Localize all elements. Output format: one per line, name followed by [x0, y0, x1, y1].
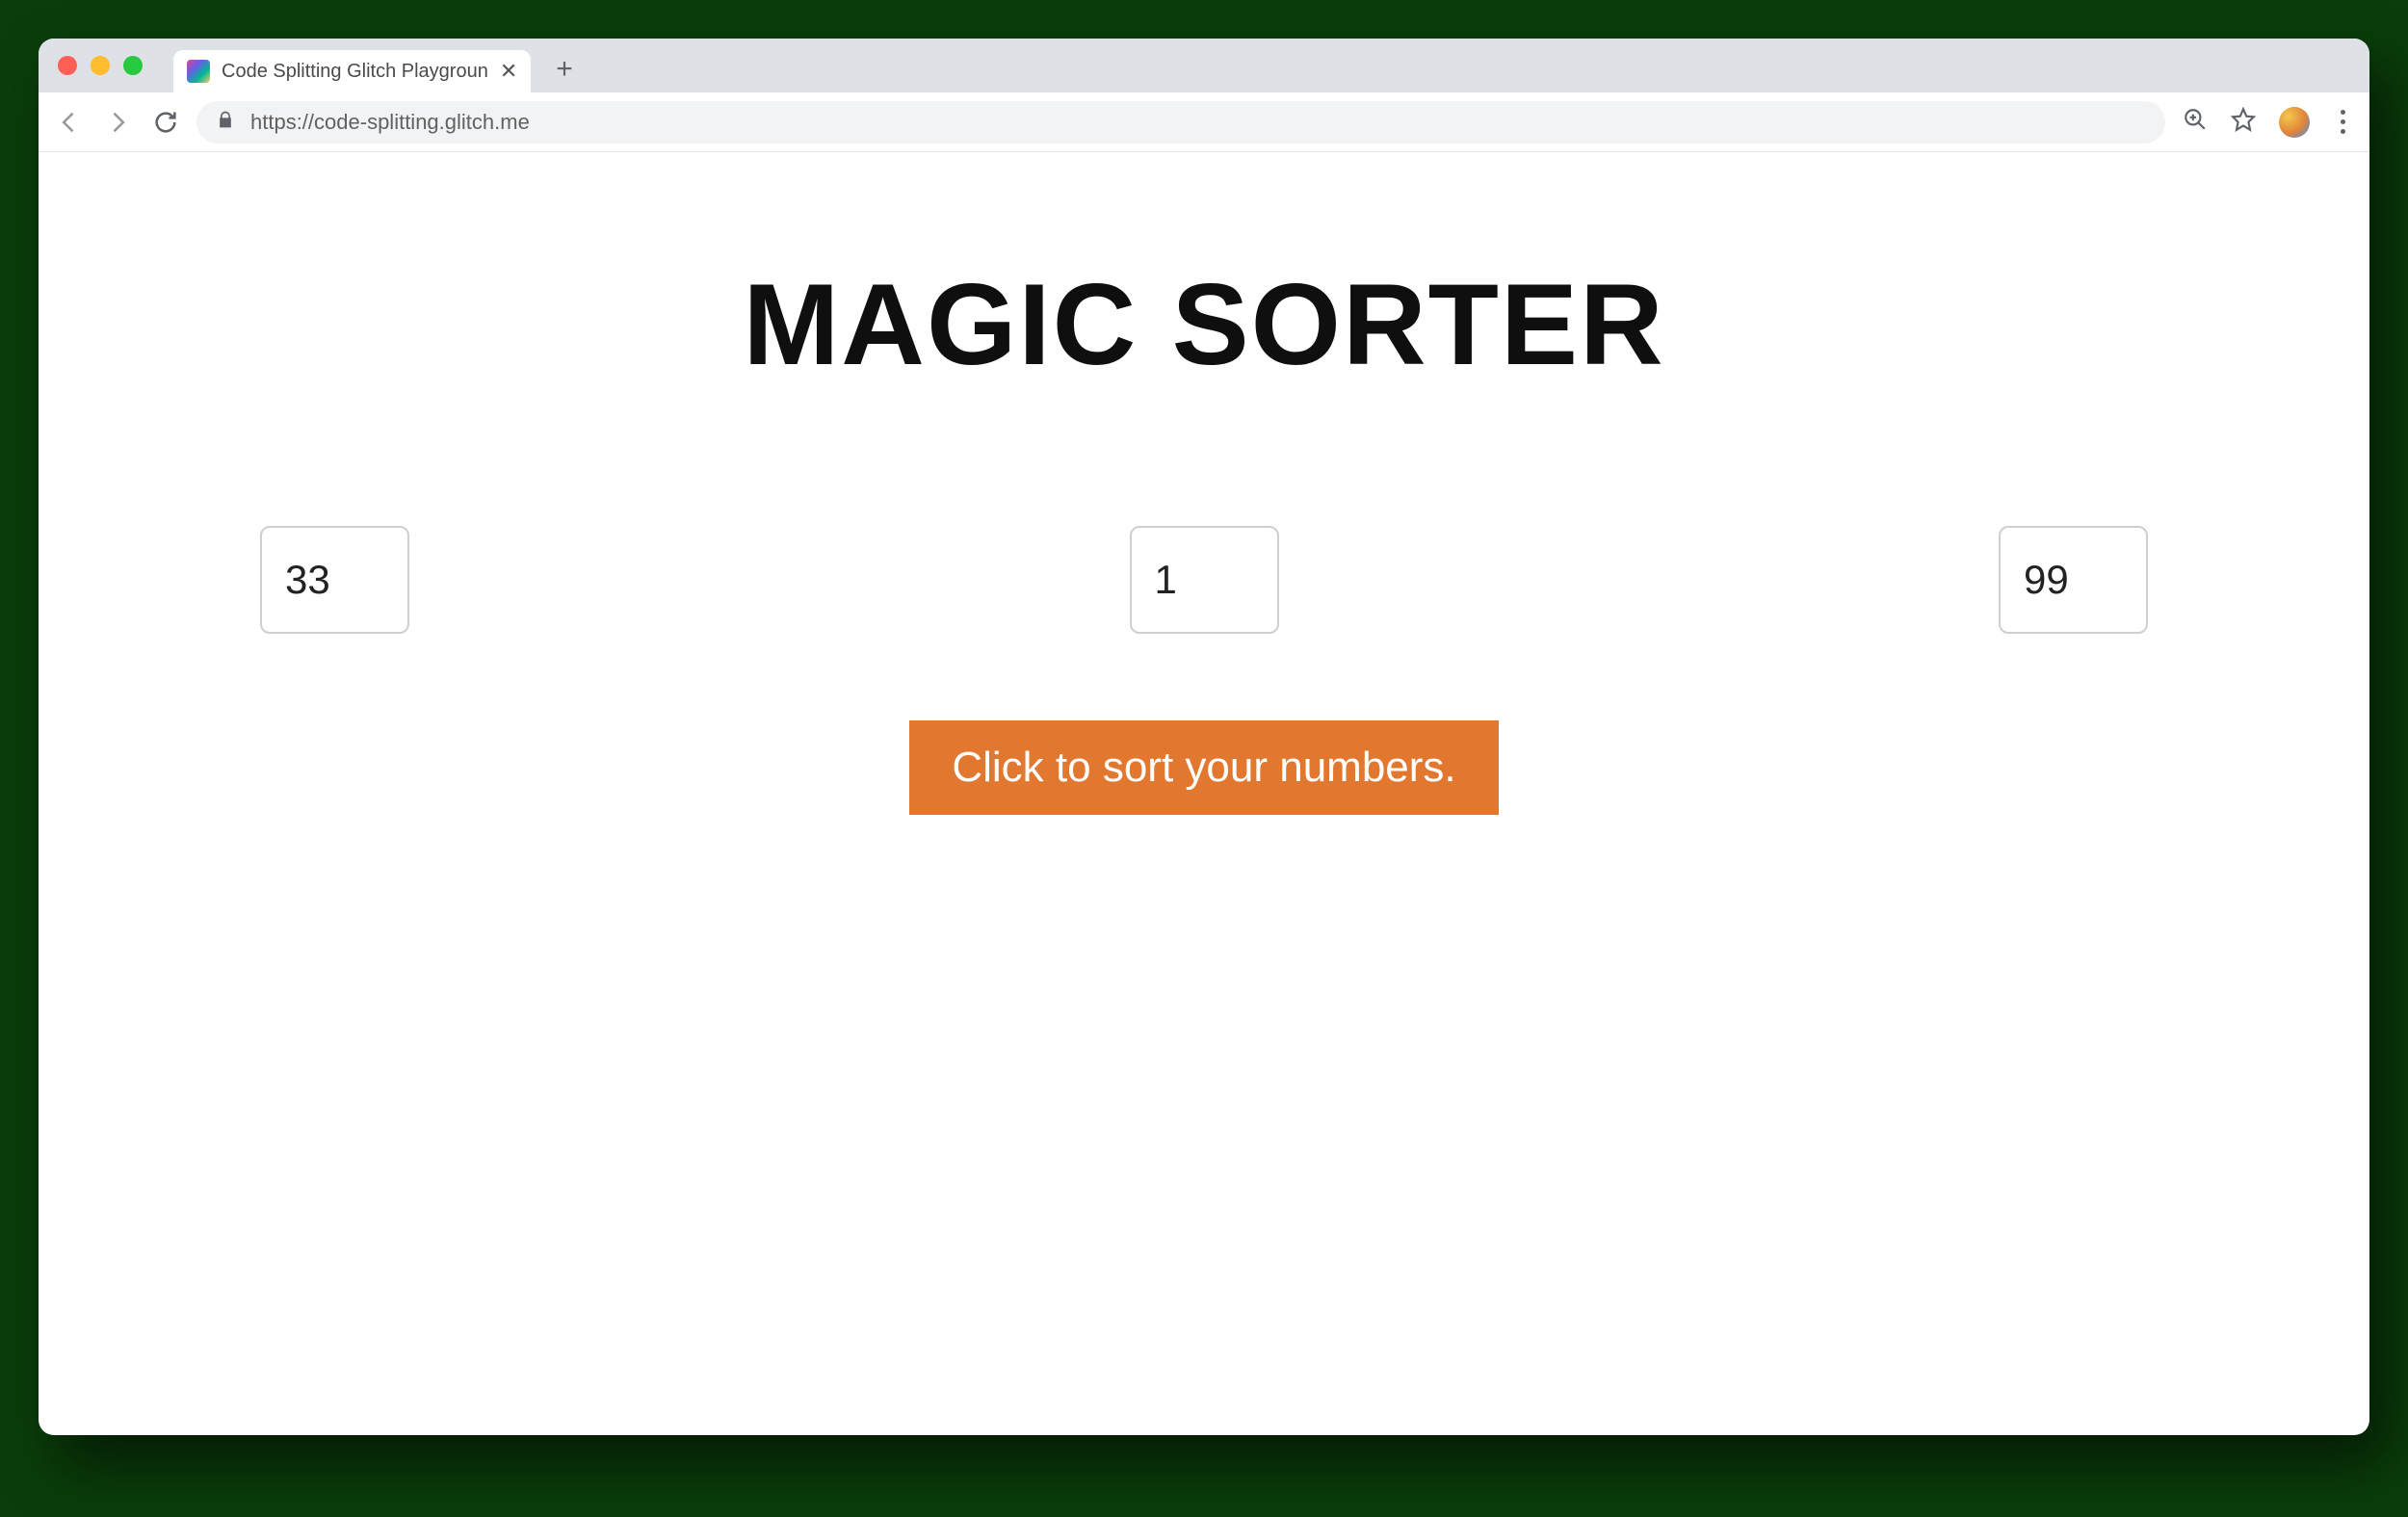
forward-icon[interactable]: [104, 109, 131, 136]
tab-strip: Code Splitting Glitch Playgroun ✕ +: [39, 39, 2369, 92]
tab-favicon-icon: [187, 60, 210, 83]
nav-controls: [56, 109, 179, 136]
lock-icon: [216, 110, 235, 134]
sort-button[interactable]: Click to sort your numbers.: [909, 720, 1498, 815]
number-input-2[interactable]: [1130, 526, 1279, 634]
url-text: https://code-splitting.glitch.me: [250, 110, 530, 135]
browser-window: Code Splitting Glitch Playgroun ✕ + http…: [39, 39, 2369, 1435]
bookmark-star-icon[interactable]: [2231, 107, 2256, 137]
browser-toolbar: https://code-splitting.glitch.me: [39, 92, 2369, 152]
profile-avatar[interactable]: [2279, 107, 2310, 138]
number-input-1[interactable]: [260, 526, 409, 634]
new-tab-button[interactable]: +: [556, 53, 573, 86]
tab-close-icon[interactable]: ✕: [500, 59, 517, 84]
window-maximize-button[interactable]: [123, 56, 143, 75]
page-heading: MAGIC SORTER: [743, 258, 1664, 391]
browser-tab[interactable]: Code Splitting Glitch Playgroun ✕: [173, 50, 531, 92]
menu-icon[interactable]: [2333, 110, 2352, 134]
toolbar-right: [2183, 107, 2352, 138]
number-inputs-row: [39, 526, 2369, 634]
zoom-icon[interactable]: [2183, 107, 2208, 137]
tab-title: Code Splitting Glitch Playgroun: [222, 61, 488, 83]
address-bar[interactable]: https://code-splitting.glitch.me: [196, 101, 2165, 144]
reload-icon[interactable]: [152, 109, 179, 136]
number-input-3[interactable]: [1999, 526, 2148, 634]
page-content: MAGIC SORTER Click to sort your numbers.: [39, 152, 2369, 1435]
window-minimize-button[interactable]: [91, 56, 110, 75]
window-controls: [58, 56, 143, 75]
back-icon[interactable]: [56, 109, 83, 136]
window-close-button[interactable]: [58, 56, 77, 75]
